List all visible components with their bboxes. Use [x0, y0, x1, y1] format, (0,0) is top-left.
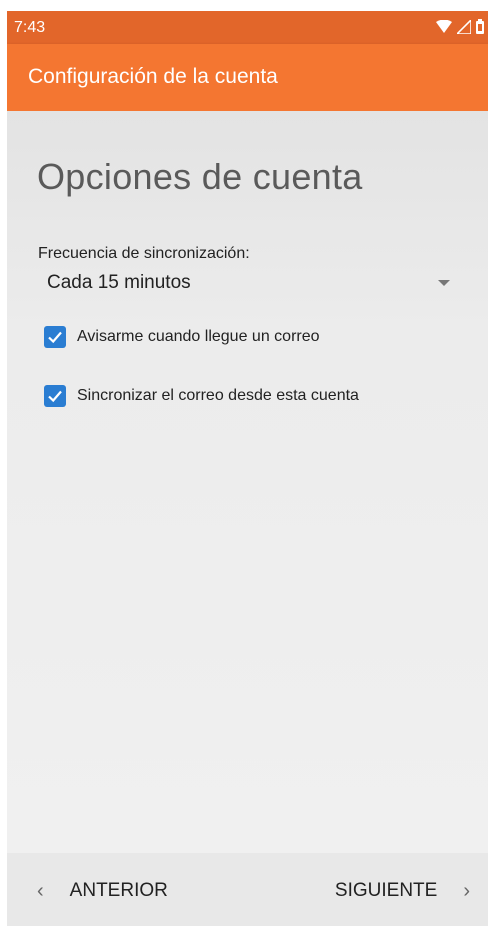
- checkmark-icon: [48, 331, 62, 344]
- sync-frequency-label: Frecuencia de sincronización:: [38, 245, 250, 262]
- app-bar: Configuración de la cuenta: [7, 44, 488, 111]
- dropdown-arrow-icon: [438, 280, 450, 286]
- sync-email-checkbox[interactable]: [44, 385, 66, 407]
- sync-frequency-dropdown[interactable]: Cada 15 minutos: [38, 267, 458, 303]
- status-icons: [436, 17, 484, 39]
- status-time: 7:43: [14, 19, 46, 36]
- device-screen: 7:43 Configuración de la cuenta Opciones…: [7, 11, 488, 926]
- next-button[interactable]: SIGUIENTE ›: [335, 877, 470, 905]
- previous-label: ANTERIOR: [69, 880, 168, 901]
- notify-email-checkbox[interactable]: [44, 326, 66, 348]
- app-bar-title: Configuración de la cuenta: [28, 65, 278, 88]
- sync-email-checkbox-row[interactable]: Sincronizar el correo desde esta cuenta: [44, 381, 359, 411]
- sync-frequency-value: Cada 15 minutos: [47, 272, 191, 293]
- account-options-content: Opciones de cuenta Frecuencia de sincron…: [7, 111, 488, 853]
- chevron-right-icon: ›: [463, 879, 470, 902]
- chevron-left-icon: ‹: [37, 879, 44, 902]
- battery-icon: [476, 19, 484, 39]
- notify-email-label: Avisarme cuando llegue un correo: [77, 328, 320, 345]
- page-title: Opciones de cuenta: [37, 156, 363, 197]
- signal-icon: [455, 17, 472, 39]
- next-label: SIGUIENTE: [334, 880, 438, 901]
- notify-email-checkbox-row[interactable]: Avisarme cuando llegue un correo: [44, 322, 320, 352]
- sync-email-label: Sincronizar el correo desde esta cuenta: [77, 387, 359, 404]
- previous-button[interactable]: ‹ ANTERIOR: [37, 877, 168, 905]
- bottom-navigation: ‹ ANTERIOR SIGUIENTE ›: [7, 853, 488, 926]
- status-bar: 7:43: [7, 11, 488, 44]
- checkmark-icon: [48, 390, 62, 403]
- wifi-icon: [436, 19, 452, 39]
